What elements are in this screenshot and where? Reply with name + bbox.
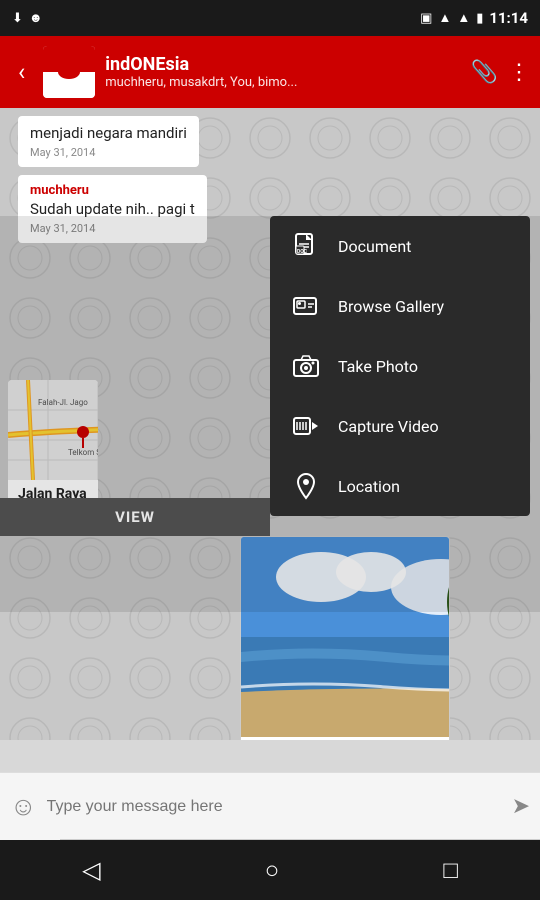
location-icon <box>290 470 322 502</box>
browse-gallery-label: Browse Gallery <box>338 297 444 316</box>
home-nav-icon[interactable]: ○ <box>265 856 280 885</box>
msg-time-1: May 31, 2014 <box>30 146 187 159</box>
vibrate-icon: ▣ <box>420 11 432 26</box>
document-icon: DOC <box>290 230 322 262</box>
app-bar: ‹ indONEsia muchheru, musakdrt, You, bim… <box>0 36 540 108</box>
svg-text:DOC: DOC <box>297 249 308 255</box>
back-button[interactable]: ‹ <box>10 50 33 94</box>
recent-nav-icon[interactable]: □ <box>443 856 458 885</box>
back-nav-icon[interactable]: ◁ <box>82 856 100 884</box>
more-icon[interactable]: ⋮ <box>508 60 530 85</box>
msg-text-1: menjadi negara mandiri <box>30 124 187 142</box>
photo-footer: ✓ August 27, 2014 <box>241 737 449 740</box>
send-button[interactable]: ➤ <box>512 794 530 819</box>
attachment-dropdown: DOC Document Browse Gallery <box>270 216 530 516</box>
dropdown-item-document[interactable]: DOC Document <box>270 216 530 276</box>
attach-icon[interactable]: 📎 <box>471 60 498 85</box>
msg-sender-2: muchheru <box>30 183 195 198</box>
chat-area: menjadi negara mandiri May 31, 2014 much… <box>0 108 540 740</box>
dropdown-item-location[interactable]: Location <box>270 456 530 516</box>
video-icon <box>290 410 322 442</box>
dropdown-item-browse-gallery[interactable]: Browse Gallery <box>270 276 530 336</box>
signal-icon: ▲ <box>438 10 451 26</box>
capture-video-label: Capture Video <box>338 417 439 436</box>
status-bar-left: ⬇ ☻ <box>12 10 43 26</box>
app-bar-actions: 📎 ⋮ <box>471 60 530 85</box>
notification-icon: ⬇ <box>12 11 23 26</box>
group-subtitle: muchheru, musakdrt, You, bimo... <box>105 75 375 90</box>
battery-icon: ▮ <box>476 11 483 26</box>
dropdown-item-capture-video[interactable]: Capture Video <box>270 396 530 456</box>
input-bar: ☺ ➤ <box>0 772 540 840</box>
dropdown-arrow <box>482 216 510 218</box>
location-label: Location <box>338 477 400 496</box>
gallery-icon <box>290 290 322 322</box>
camera-icon <box>290 350 322 382</box>
message-1: menjadi negara mandiri May 31, 2014 <box>18 116 199 167</box>
document-label: Document <box>338 237 411 256</box>
message-input[interactable] <box>47 790 502 824</box>
group-avatar <box>43 46 95 98</box>
group-title: indONEsia <box>105 54 460 75</box>
dropdown-item-take-photo[interactable]: Take Photo <box>270 336 530 396</box>
take-photo-label: Take Photo <box>338 357 418 376</box>
status-bar-right: ▣ ▲ ▲ ▮ 11:14 <box>420 9 528 27</box>
nav-bar: ◁ ○ □ <box>0 840 540 900</box>
app-bar-info: indONEsia muchheru, musakdrt, You, bimo.… <box>105 54 460 90</box>
status-bar: ⬇ ☻ ▣ ▲ ▲ ▮ 11:14 <box>0 0 540 36</box>
emoji-button[interactable]: ☺ <box>10 791 37 822</box>
wifi-icon: ▲ <box>457 10 470 26</box>
status-time: 11:14 <box>489 9 528 27</box>
android-icon: ☻ <box>29 10 43 26</box>
